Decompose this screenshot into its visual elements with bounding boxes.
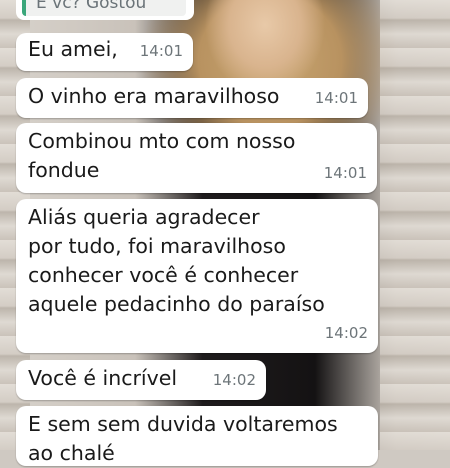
message-bubble[interactable]: O vinho era maravilhoso 14:01 (16, 78, 368, 118)
message-text: Aliás queria agradecer por tudo, foi mar… (28, 205, 325, 316)
message-timestamp: 14:01 (323, 164, 367, 182)
message-timestamp: 14:02 (324, 324, 368, 342)
quoted-message[interactable]: É vc? Gostou (16, 0, 194, 20)
message-text: Combinou mto com nosso fondue (28, 129, 296, 182)
message-bubble[interactable]: Você é incrível 14:02 (16, 360, 266, 400)
message-text: E sem sem duvida voltaremos ao chalé (28, 412, 338, 465)
message-timestamp: 14:01 (139, 42, 183, 60)
message-bubble[interactable]: Aliás queria agradecer por tudo, foi mar… (16, 199, 378, 353)
message-text: O vinho era maravilhoso (28, 84, 280, 108)
chat-message-list[interactable]: É vc? Gostou Eu amei, 14:01 O vinho era … (0, 0, 450, 466)
message-timestamp: 14:01 (314, 89, 358, 107)
message-bubble[interactable]: Eu amei, 14:01 (16, 33, 193, 71)
message-bubble[interactable]: E sem sem duvida voltaremos ao chalé (16, 406, 378, 466)
message-timestamp: 14:02 (212, 371, 256, 389)
message-bubble[interactable]: Combinou mto com nosso fondue 14:01 (16, 123, 377, 193)
quoted-message-text: É vc? Gostou (22, 0, 186, 16)
